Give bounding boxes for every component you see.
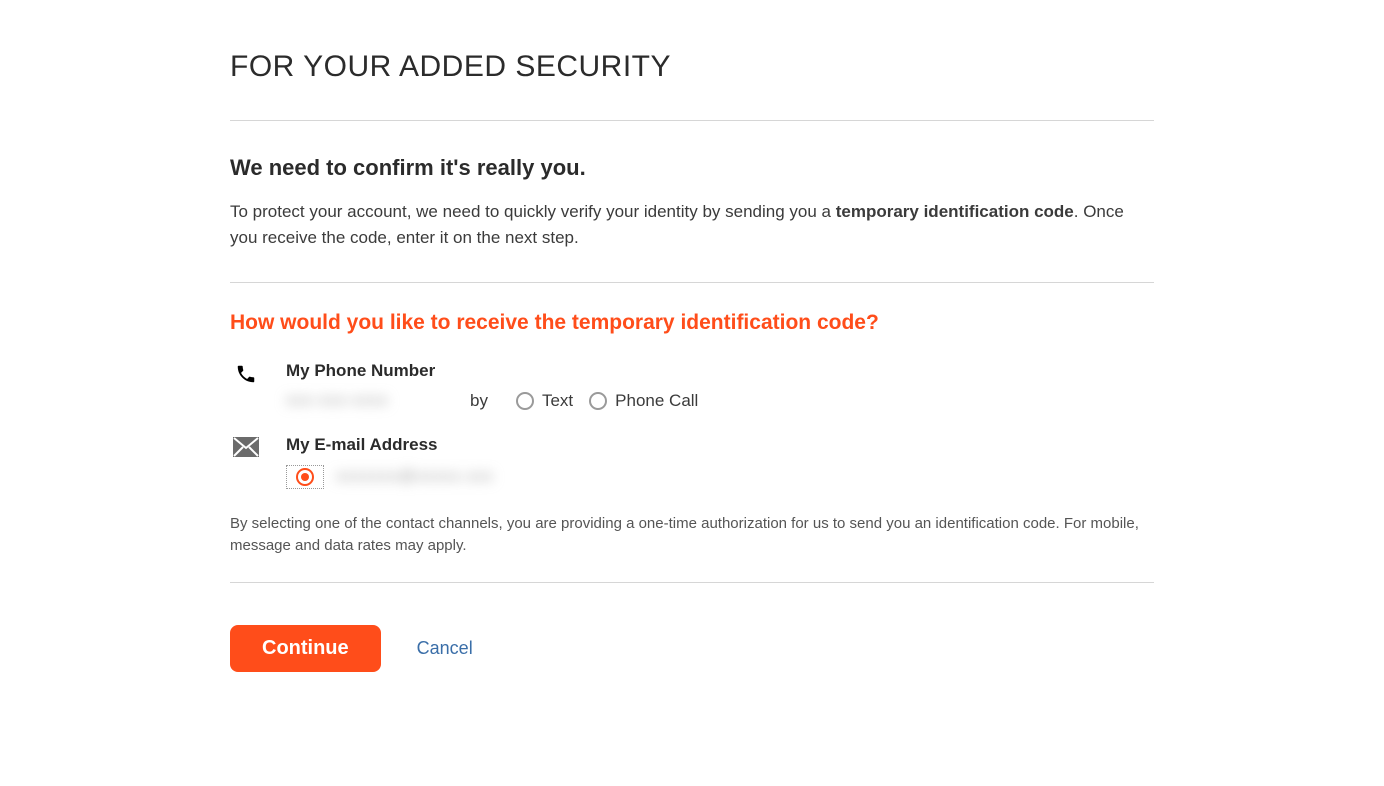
- phone-row: My Phone Number xxx-xxx-xxxx by Text Pho…: [230, 361, 1154, 411]
- action-bar: Continue Cancel: [230, 583, 1154, 672]
- confirm-section: We need to confirm it's really you. To p…: [230, 121, 1154, 282]
- email-radio[interactable]: [286, 465, 324, 489]
- confirm-description: To protect your account, we need to quic…: [230, 199, 1154, 252]
- cancel-link[interactable]: Cancel: [417, 638, 473, 659]
- phone-radio-call-label: Phone Call: [615, 391, 698, 411]
- page-title: FOR YOUR ADDED SECURITY: [230, 50, 1154, 84]
- email-line: xxxxxxx@xxxxx.xxx: [286, 465, 1154, 489]
- continue-button[interactable]: Continue: [230, 625, 381, 672]
- disclaimer-text: By selecting one of the contact channels…: [230, 513, 1154, 558]
- phone-label: My Phone Number: [286, 361, 1154, 381]
- delivery-question: How would you like to receive the tempor…: [230, 311, 1154, 335]
- phone-body: My Phone Number xxx-xxx-xxxx by Text Pho…: [286, 361, 1154, 411]
- email-body: My E-mail Address xxxxxxx@xxxxx.xxx: [286, 435, 1154, 489]
- email-masked-value: xxxxxxx@xxxxx.xxx: [336, 468, 494, 486]
- security-verification-page: FOR YOUR ADDED SECURITY We need to confi…: [0, 0, 1384, 712]
- email-label: My E-mail Address: [286, 435, 1154, 455]
- phone-radio-group: Text Phone Call: [516, 391, 698, 411]
- phone-radio-call[interactable]: Phone Call: [589, 391, 698, 411]
- confirm-desc-part1: To protect your account, we need to quic…: [230, 202, 836, 221]
- email-row: My E-mail Address xxxxxxx@xxxxx.xxx: [230, 435, 1154, 489]
- phone-by-label: by: [470, 391, 488, 411]
- phone-masked-value: xxx-xxx-xxxx: [286, 392, 406, 410]
- phone-radio-text-label: Text: [542, 391, 573, 411]
- radio-icon: [516, 392, 534, 410]
- phone-radio-text[interactable]: Text: [516, 391, 573, 411]
- phone-line: xxx-xxx-xxxx by Text Phone Call: [286, 391, 1154, 411]
- confirm-desc-bold: temporary identification code: [836, 202, 1074, 221]
- mail-icon: [230, 435, 262, 457]
- delivery-section: How would you like to receive the tempor…: [230, 283, 1154, 582]
- radio-icon: [589, 392, 607, 410]
- phone-icon: [230, 361, 262, 385]
- radio-icon-selected: [296, 468, 314, 486]
- confirm-subheading: We need to confirm it's really you.: [230, 155, 1154, 181]
